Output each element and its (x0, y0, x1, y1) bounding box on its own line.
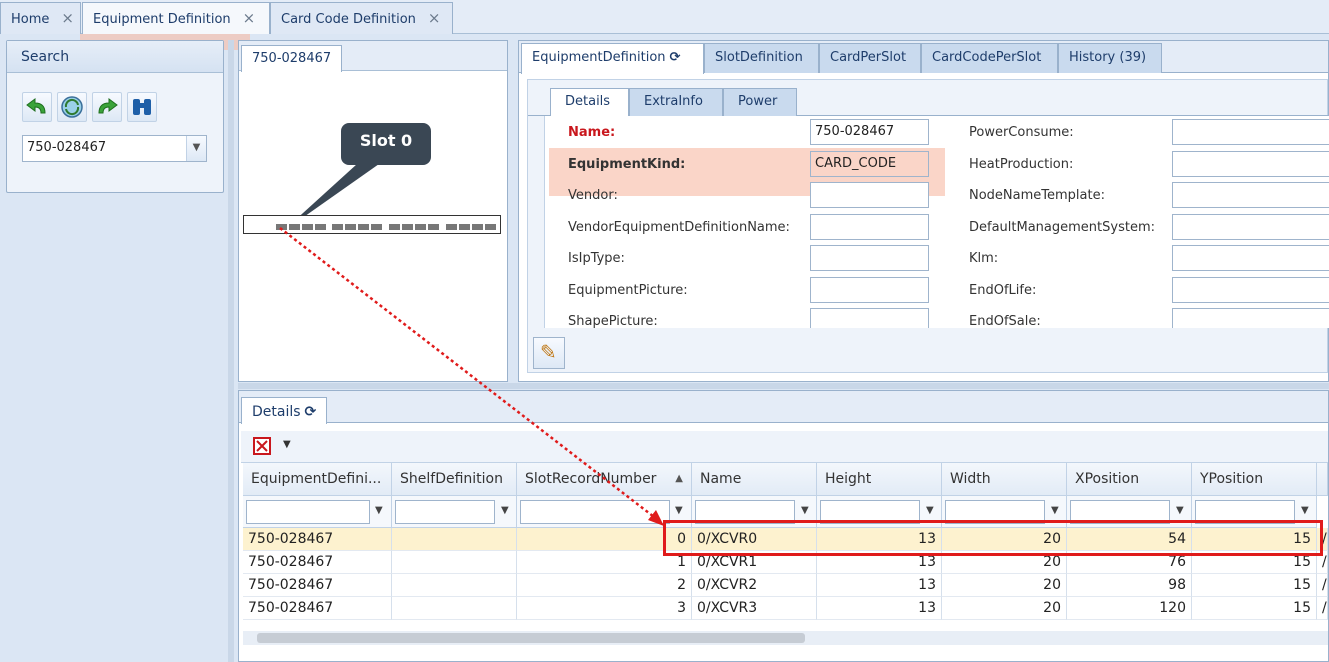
annotation-highlight-box (663, 520, 1323, 556)
annotation-arrow (279, 227, 664, 526)
